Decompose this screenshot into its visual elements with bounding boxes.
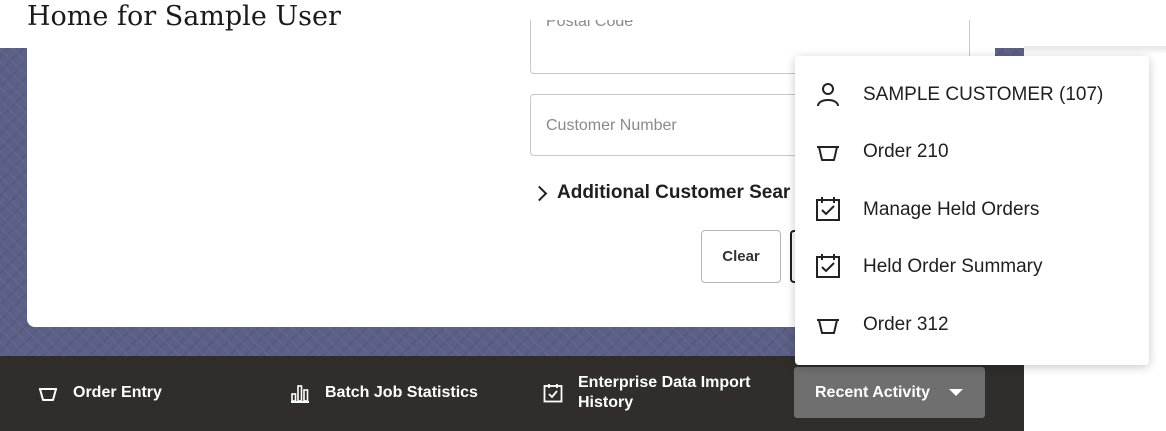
basket-icon <box>815 138 841 164</box>
recent-item-order-312[interactable]: Order 312 <box>795 296 1149 353</box>
clear-button-label: Clear <box>722 248 760 265</box>
menu-shadow <box>1024 46 1166 54</box>
recent-item-label: Held Order Summary <box>863 255 1043 277</box>
calendar-check-icon <box>542 382 564 404</box>
footer-edi-line1: Enterprise Data Import <box>578 374 751 391</box>
footer-enterprise-data-import-label: Enterprise Data Import History <box>578 373 750 413</box>
customer-number-placeholder: Customer Number <box>546 117 677 134</box>
chevron-right-icon <box>531 185 548 201</box>
clear-button[interactable]: Clear <box>701 230 781 283</box>
recent-item-label: SAMPLE CUSTOMER (107) <box>863 83 1104 105</box>
recent-item-customer[interactable]: SAMPLE CUSTOMER (107) <box>795 66 1149 123</box>
recent-item-label: Manage Held Orders <box>863 198 1040 220</box>
footer-batch-job-statistics-label: Batch Job Statistics <box>325 384 478 401</box>
footer-order-entry-label: Order Entry <box>73 384 162 401</box>
person-icon <box>815 81 841 107</box>
basket-icon <box>815 311 841 337</box>
recent-item-order-210[interactable]: Order 210 <box>795 123 1149 180</box>
calendar-check-icon <box>815 253 841 279</box>
basket-icon <box>37 382 59 404</box>
caret-down-icon <box>949 389 963 396</box>
additional-search-toggle[interactable]: Additional Customer Sear <box>531 182 791 204</box>
recent-item-label: Order 312 <box>863 313 949 335</box>
page-title: Home for Sample User <box>27 1 341 32</box>
postal-code-placeholder: Postal Code <box>546 20 634 30</box>
footer-batch-job-statistics[interactable]: Batch Job Statistics <box>289 382 478 404</box>
footer-enterprise-data-import-history[interactable]: Enterprise Data Import History <box>542 373 750 413</box>
recent-item-held-order-summary[interactable]: Held Order Summary <box>795 238 1149 295</box>
footer-edi-line2: History <box>578 394 634 411</box>
recent-activity-label: Recent Activity <box>815 383 930 401</box>
recent-item-manage-held-orders[interactable]: Manage Held Orders <box>795 181 1149 238</box>
recent-activity-menu: SAMPLE CUSTOMER (107) Order 210 Manage H… <box>795 56 1149 365</box>
recent-item-label: Order 210 <box>863 140 949 162</box>
recent-activity-button[interactable]: Recent Activity <box>794 367 985 418</box>
additional-search-label: Additional Customer Sear <box>557 182 791 203</box>
footer-order-entry[interactable]: Order Entry <box>37 382 162 404</box>
calendar-check-icon <box>815 196 841 222</box>
bar-chart-icon <box>289 382 311 404</box>
